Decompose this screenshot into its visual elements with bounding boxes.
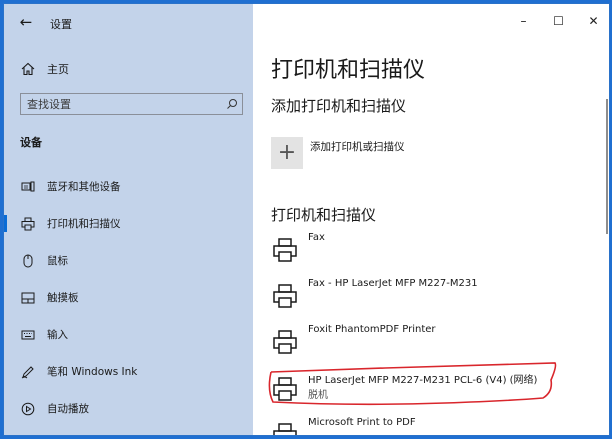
sidebar-item-pen[interactable]: 笔和 Windows Ink — [4, 353, 253, 390]
printer-icon — [271, 375, 299, 403]
page-title: 打印机和扫描仪 — [271, 58, 426, 83]
search-icon[interactable] — [222, 94, 242, 114]
printer-status: 脱机 — [308, 390, 328, 401]
maximize-button[interactable]: ☐ — [541, 4, 576, 38]
printer-name: Microsoft Print to PDF — [308, 417, 416, 428]
printer-icon — [271, 328, 299, 356]
add-section-title: 添加打印机和扫描仪 — [271, 97, 407, 115]
settings-window: ← 设置 主页 设备 蓝牙和其他设备 — [3, 3, 610, 436]
section-label-devices: 设备 — [20, 136, 42, 149]
add-icon: + — [271, 137, 303, 169]
pdf-printer-icon — [271, 421, 299, 435]
sidebar-item-label: 输入 — [47, 329, 68, 341]
sidebar-item-label: 自动播放 — [47, 403, 89, 415]
minimize-button[interactable]: – — [506, 4, 541, 38]
printer-name: Fax - HP LaserJet MFP M227-M231 — [308, 278, 478, 289]
sidebar-item-printers[interactable]: 打印机和扫描仪 — [4, 205, 253, 242]
printer-item[interactable]: Foxit PhantomPDF Printer — [271, 324, 571, 358]
bluetooth-devices-icon — [20, 179, 36, 195]
sidebar: ← 设置 主页 设备 蓝牙和其他设备 — [4, 4, 253, 435]
sidebar-item-bluetooth[interactable]: 蓝牙和其他设备 — [4, 168, 253, 205]
pen-icon — [20, 364, 36, 380]
printer-icon — [271, 236, 299, 264]
keyboard-icon — [20, 327, 36, 343]
printer-icon — [271, 282, 299, 310]
printer-item[interactable]: Microsoft Print to PDF — [271, 417, 571, 435]
main-content: – ☐ ✕ 打印机和扫描仪 添加打印机和扫描仪 + 添加打印机或扫描仪 打印机和… — [253, 4, 609, 435]
mouse-icon — [20, 253, 36, 269]
home-label: 主页 — [47, 63, 69, 76]
search-box — [20, 93, 243, 115]
sidebar-item-label: 蓝牙和其他设备 — [47, 181, 121, 193]
sidebar-item-mouse[interactable]: 鼠标 — [4, 242, 253, 279]
printer-item[interactable]: Fax — [271, 232, 571, 266]
sidebar-item-touchpad[interactable]: 触摸板 — [4, 279, 253, 316]
sidebar-item-label: 笔和 Windows Ink — [47, 366, 138, 378]
sidebar-item-typing[interactable]: 输入 — [4, 316, 253, 353]
home-link[interactable]: 主页 — [20, 59, 69, 79]
window-controls: – ☐ ✕ — [506, 4, 609, 38]
add-printer-label: 添加打印机或扫描仪 — [310, 141, 405, 153]
add-printer-button[interactable]: + 添加打印机或扫描仪 — [271, 137, 405, 169]
back-button[interactable]: ← — [16, 13, 36, 31]
sidebar-item-label: 打印机和扫描仪 — [47, 218, 121, 230]
printer-icon — [20, 216, 36, 232]
sidebar-item-label: 触摸板 — [47, 292, 79, 304]
sidebar-item-label: 鼠标 — [47, 255, 68, 267]
touchpad-icon — [20, 290, 36, 306]
printer-item[interactable]: HP LaserJet MFP M227-M231 PCL-6 (V4) (网络… — [271, 371, 571, 405]
printers-section-title: 打印机和扫描仪 — [271, 206, 377, 224]
printer-item[interactable]: Fax - HP LaserJet MFP M227-M231 — [271, 278, 571, 312]
printer-name: HP LaserJet MFP M227-M231 PCL-6 (V4) (网络… — [308, 375, 538, 386]
printer-name: Fax — [308, 232, 325, 243]
title-bar: ← 设置 — [4, 4, 253, 40]
search-input[interactable] — [21, 97, 222, 111]
app-title: 设置 — [50, 18, 72, 31]
home-icon — [20, 61, 36, 77]
close-button[interactable]: ✕ — [576, 4, 609, 38]
printer-name: Foxit PhantomPDF Printer — [308, 324, 436, 335]
scrollbar[interactable] — [606, 99, 608, 234]
autoplay-icon — [20, 401, 36, 417]
sidebar-nav: 蓝牙和其他设备 打印机和扫描仪 鼠标 触摸板 输入 笔和 Windows Ink… — [4, 168, 253, 427]
sidebar-item-autoplay[interactable]: 自动播放 — [4, 390, 253, 427]
